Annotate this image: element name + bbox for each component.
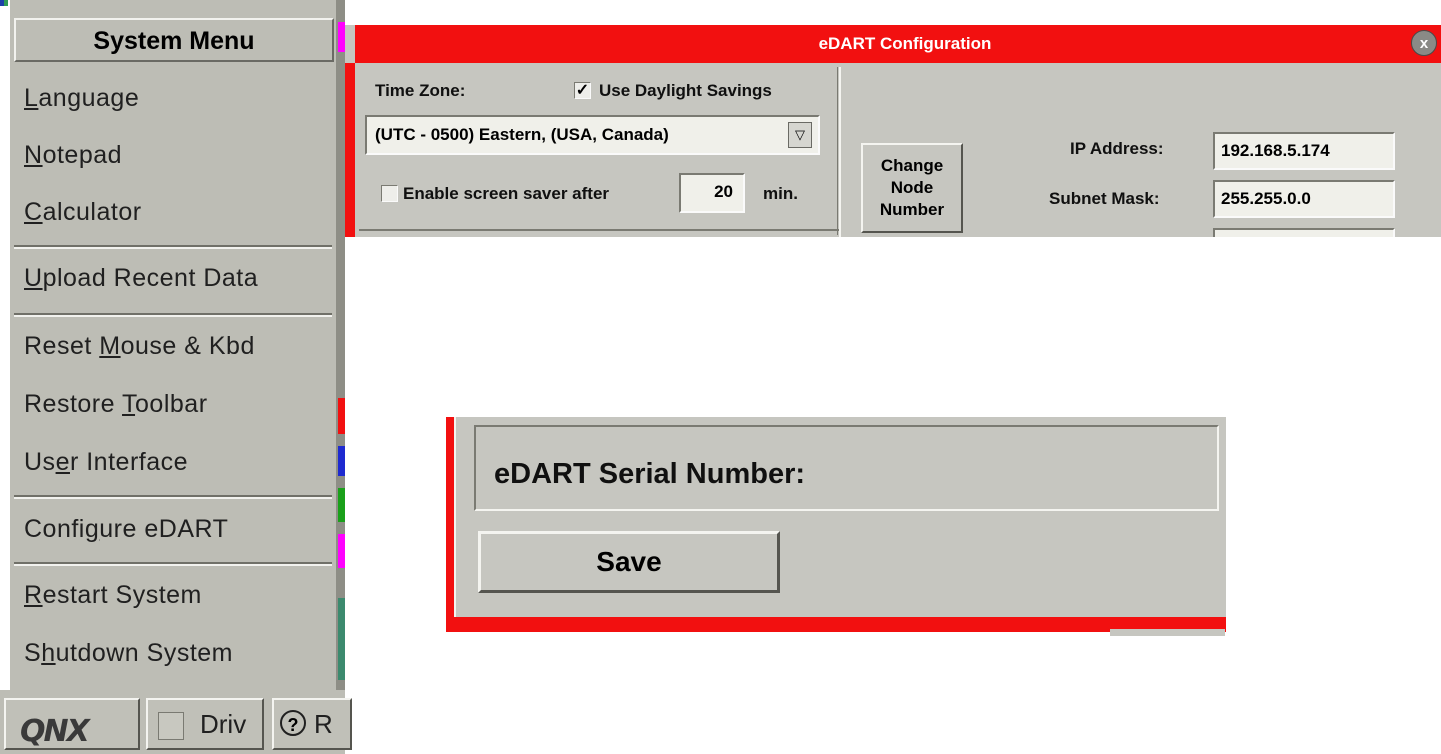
time-zone-select[interactable]: (UTC - 0500) Eastern, (USA, Canada) ▽ xyxy=(365,115,820,155)
divider xyxy=(359,229,839,231)
ip-address-label: IP Address: xyxy=(1070,139,1164,158)
menu-item-calculator[interactable]: Calculator xyxy=(24,198,142,227)
window-frame xyxy=(446,417,454,632)
gateway-field[interactable] xyxy=(1213,228,1395,237)
taskbar-item-driv[interactable]: Driv xyxy=(146,698,264,750)
menu-separator xyxy=(14,245,332,249)
background-window-fragment xyxy=(338,598,345,680)
subnet-mask-label: Subnet Mask: xyxy=(1049,189,1160,208)
time-zone-label: Time Zone: xyxy=(375,81,466,100)
menu-item-restart-system[interactable]: Restart System xyxy=(24,581,202,610)
screensaver-unit-label: min. xyxy=(763,184,798,203)
taskbar: QNX Driv ? R xyxy=(0,690,352,754)
background-window-fragment xyxy=(338,22,345,52)
menu-item-restore-toolbar[interactable]: Restore Toolbar xyxy=(24,390,208,419)
dropdown-arrow-icon[interactable]: ▽ xyxy=(788,122,812,148)
menu-item-notepad[interactable]: Notepad xyxy=(24,141,122,170)
titlebar[interactable]: eDART Configuration xyxy=(355,25,1441,63)
desktop-edge xyxy=(0,0,10,690)
menu-separator xyxy=(14,562,332,566)
change-node-number-button[interactable]: Change Node Number xyxy=(861,143,963,233)
window-frame xyxy=(446,617,1226,632)
taskbar-item-label: R xyxy=(314,709,333,739)
desktop-fragment xyxy=(4,0,8,6)
menu-border xyxy=(336,0,345,690)
window-frame xyxy=(345,63,355,237)
screensaver-label: Enable screen saver after xyxy=(403,184,610,203)
ip-address-field[interactable]: 192.168.5.174 xyxy=(1213,132,1395,170)
window-title: eDART Configuration xyxy=(818,34,992,53)
menu-separator xyxy=(14,313,332,317)
menu-separator xyxy=(14,495,332,499)
background-window-fragment xyxy=(338,488,345,522)
menu-title: System Menu xyxy=(14,18,334,62)
edart-config-window-bottom: eDART Serial Number: Save xyxy=(446,417,1226,632)
button-label: Change xyxy=(880,156,944,175)
screensaver-minutes-field[interactable]: 20 xyxy=(679,173,745,213)
subnet-mask-field[interactable]: 255.255.0.0 xyxy=(1213,180,1395,218)
background-window-fragment xyxy=(338,398,345,434)
taskbar-item-help[interactable]: ? R xyxy=(272,698,352,750)
button-label: Node xyxy=(890,178,934,197)
qnx-logo-icon: QNX xyxy=(20,714,90,749)
daylight-savings-checkbox[interactable]: ✓ xyxy=(574,82,591,99)
menu-item-language[interactable]: Language xyxy=(24,84,139,113)
close-icon[interactable]: x xyxy=(1411,30,1437,56)
save-button[interactable]: Save xyxy=(478,531,780,593)
window-frame xyxy=(1110,629,1225,636)
system-menu: System Menu Language Notepad Calculator … xyxy=(0,0,345,690)
time-zone-value: (UTC - 0500) Eastern, (USA, Canada) xyxy=(375,125,669,144)
menu-item-configure-edart[interactable]: Configure eDART xyxy=(24,515,228,544)
menu-item-user-interface[interactable]: User Interface xyxy=(24,448,188,477)
menu-item-reset-mouse-kbd[interactable]: Reset Mouse & Kbd xyxy=(24,332,255,361)
daylight-savings-label: Use Daylight Savings xyxy=(599,81,772,100)
help-icon: ? xyxy=(280,710,306,736)
serial-number-label: eDART Serial Number: xyxy=(494,458,806,490)
background-window-fragment xyxy=(338,534,345,568)
menu-item-upload-recent-data[interactable]: Upload Recent Data xyxy=(24,264,258,293)
taskbar-item-label: Driv xyxy=(200,709,247,739)
qnx-launcher-button[interactable]: QNX xyxy=(4,698,140,750)
edart-config-window: eDART Configuration x Time Zone: ✓ Use D… xyxy=(345,15,1441,237)
menu-item-shutdown-system[interactable]: Shutdown System xyxy=(24,639,233,668)
background-window-fragment xyxy=(338,446,345,476)
window-frame xyxy=(345,15,1441,25)
screensaver-checkbox[interactable] xyxy=(381,185,398,202)
window-icon xyxy=(158,712,184,740)
button-label: Number xyxy=(879,200,945,219)
serial-panel: eDART Serial Number: Save xyxy=(454,417,1219,617)
